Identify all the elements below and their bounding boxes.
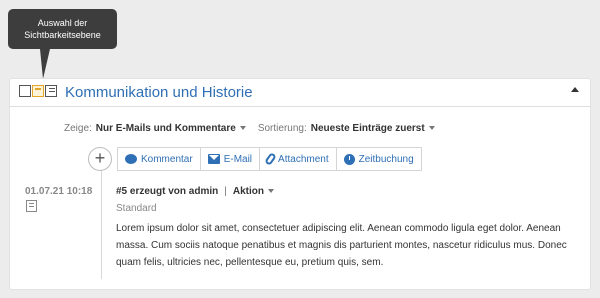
comment-label: Kommentar <box>141 153 193 165</box>
entry-header: #5 erzeugt von admin | Aktion <box>116 186 286 197</box>
attachment-button[interactable]: Attachment <box>260 148 337 170</box>
paperclip-icon <box>264 152 277 166</box>
history-panel: Kommunikation und Historie Zeige: Nur E-… <box>9 78 591 290</box>
chat-bubble-icon <box>125 154 137 164</box>
envelope-icon <box>207 154 220 164</box>
chevron-up-icon[interactable] <box>571 87 579 92</box>
panel-title: Kommunikation und Historie <box>65 84 253 101</box>
entry-subtitle: Standard <box>116 203 157 214</box>
add-entry-button[interactable]: + <box>88 147 112 171</box>
action-toolbar: Kommentar E-Mail Attachment Zeitbuchung <box>117 147 422 171</box>
sort-value: Neueste Einträge zuerst <box>310 123 425 134</box>
attachment-label: Attachment <box>278 153 329 165</box>
time-booking-label: Zeitbuchung <box>358 153 414 165</box>
panel-header: Kommunikation und Historie <box>10 79 590 106</box>
show-filter-value: Nur E-Mails und Kommentare <box>95 123 236 134</box>
visibility-level-selector <box>19 85 57 97</box>
entry-date: 01.07.21 10:18 <box>25 186 93 197</box>
entry-title: #5 erzeugt von admin <box>116 186 219 197</box>
tooltip-line-1: Auswahl der <box>37 18 88 28</box>
filter-bar: Zeige: Nur E-Mails und Kommentare Sortie… <box>64 123 447 134</box>
entry-separator: | <box>224 186 227 197</box>
sort-filter-label: Sortierung: <box>257 123 307 134</box>
caret-down-icon <box>428 126 435 131</box>
caret-down-icon <box>239 126 246 131</box>
timeline-line <box>101 171 102 279</box>
time-booking-button[interactable]: Zeitbuchung <box>337 148 421 170</box>
header-divider <box>10 106 590 107</box>
comment-button[interactable]: Kommentar <box>118 148 201 170</box>
show-filter-dropdown[interactable]: Nur E-Mails und Kommentare <box>96 123 258 134</box>
layout-highlight-icon[interactable] <box>32 85 44 97</box>
action-dropdown[interactable]: Aktion <box>233 186 286 197</box>
tooltip-pointer <box>40 49 50 79</box>
document-icon <box>26 200 37 212</box>
show-filter-label: Zeige: <box>64 123 92 134</box>
email-label: E-Mail <box>223 153 253 165</box>
caret-down-icon <box>267 189 274 194</box>
layout-full-icon[interactable] <box>45 85 57 97</box>
tooltip-line-2: Sichtbarkeitsebene <box>24 30 101 40</box>
entry-body: Lorem ipsum dolor sit amet, consectetuer… <box>116 223 567 268</box>
action-label: Aktion <box>232 186 264 197</box>
layout-empty-icon[interactable] <box>19 85 31 97</box>
clock-icon <box>343 153 355 165</box>
email-button[interactable]: E-Mail <box>201 148 261 170</box>
sort-dropdown[interactable]: Neueste Einträge zuerst <box>311 123 447 134</box>
visibility-tooltip: Auswahl der Sichtbarkeitsebene <box>8 9 117 49</box>
